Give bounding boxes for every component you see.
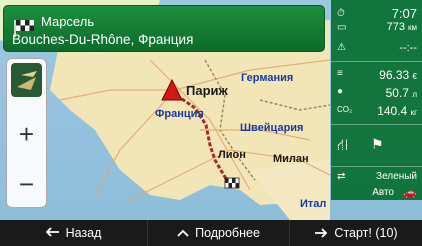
arrival-time: 7:07	[391, 6, 417, 21]
destination-city: Марсель	[41, 14, 95, 29]
route-type-row[interactable]: ⇄ Зеленый	[331, 170, 422, 186]
map-label-italy: Итал	[300, 198, 327, 210]
chevron-up-icon	[177, 229, 189, 237]
zoom-in-button[interactable]: +	[7, 119, 46, 149]
map-label-france: Франция	[155, 108, 204, 120]
divider	[331, 61, 422, 62]
distance-icon: ▭	[337, 22, 347, 33]
back-arrow-icon	[45, 227, 59, 237]
trip-info-panel: ⏱ 7:07 ▭ 773 км ⚠ --:-- ≡ 96.33 € ● 50.7…	[331, 0, 422, 200]
destination-banner[interactable]: Марсель Bouches-Du-Rhône, Франция	[3, 5, 325, 52]
destination-region: Bouches-Du-Rhône, Франция	[12, 32, 194, 47]
back-label: Назад	[65, 226, 102, 240]
cost-unit: €	[412, 72, 417, 81]
co2-unit: кг	[410, 108, 417, 117]
time-remaining: --:--	[399, 42, 417, 54]
arrival-row: ⏱ 7:07 ▭ 773 км	[331, 4, 422, 34]
car-icon: 🚗	[403, 187, 417, 199]
forward-arrow-icon	[315, 228, 328, 238]
highway-icon: ⛙	[337, 137, 349, 154]
fuel-value: 50.7	[385, 86, 409, 100]
time-remaining-row: ⚠ --:--	[331, 40, 422, 58]
compass-icon	[17, 71, 37, 90]
map-label-milan: Милан	[273, 153, 309, 165]
map-label-germany: Германия	[241, 72, 294, 84]
map-mode-button[interactable]	[11, 63, 42, 97]
co2-row: CO₂ 140.4 кг	[331, 102, 422, 120]
zoom-controls: + −	[6, 58, 47, 208]
warning-icon: ⚠	[337, 42, 346, 53]
map-label-paris: Париж	[186, 83, 228, 98]
co2-label: CO₂	[337, 105, 353, 114]
clock-icon: ⏱	[337, 8, 345, 19]
route-type-label: Зеленый	[376, 171, 417, 182]
route-warnings-row[interactable]: ⛙ ⚑	[331, 130, 422, 164]
distance-unit: км	[408, 23, 417, 32]
toll-road-icon: ⚑	[371, 136, 384, 152]
map-label-switzerland: Швейцария	[240, 122, 304, 134]
divider	[331, 124, 422, 125]
money-icon: ≡	[337, 68, 343, 79]
divider	[331, 166, 422, 167]
back-button[interactable]: Назад	[0, 220, 148, 246]
route-type-icon: ⇄	[337, 171, 346, 182]
map-label-lyon: Лион	[218, 149, 246, 161]
start-label: Старт! (10)	[334, 226, 398, 240]
fuel-unit: л	[412, 90, 417, 99]
start-button[interactable]: Старт! (10)	[290, 220, 422, 246]
vehicle-row[interactable]: Авто 🚗	[331, 187, 422, 201]
more-button[interactable]: Подробнее	[148, 220, 290, 246]
navigation-screen: Амстердам Париж Франция Германия Швейцар…	[0, 0, 422, 246]
distance-value: 773	[386, 21, 405, 33]
cost-value: 96.33	[379, 68, 410, 82]
zoom-out-button[interactable]: −	[7, 169, 46, 199]
fuel-row: ● 50.7 л	[331, 84, 422, 102]
more-label: Подробнее	[195, 226, 260, 240]
fuel-drop-icon: ●	[337, 86, 344, 97]
bottom-action-bar: Назад Подробнее Старт! (10)	[0, 220, 422, 246]
vehicle-label: Авто	[372, 187, 394, 198]
cost-row: ≡ 96.33 €	[331, 66, 422, 84]
co2-value: 140.4	[377, 104, 408, 118]
